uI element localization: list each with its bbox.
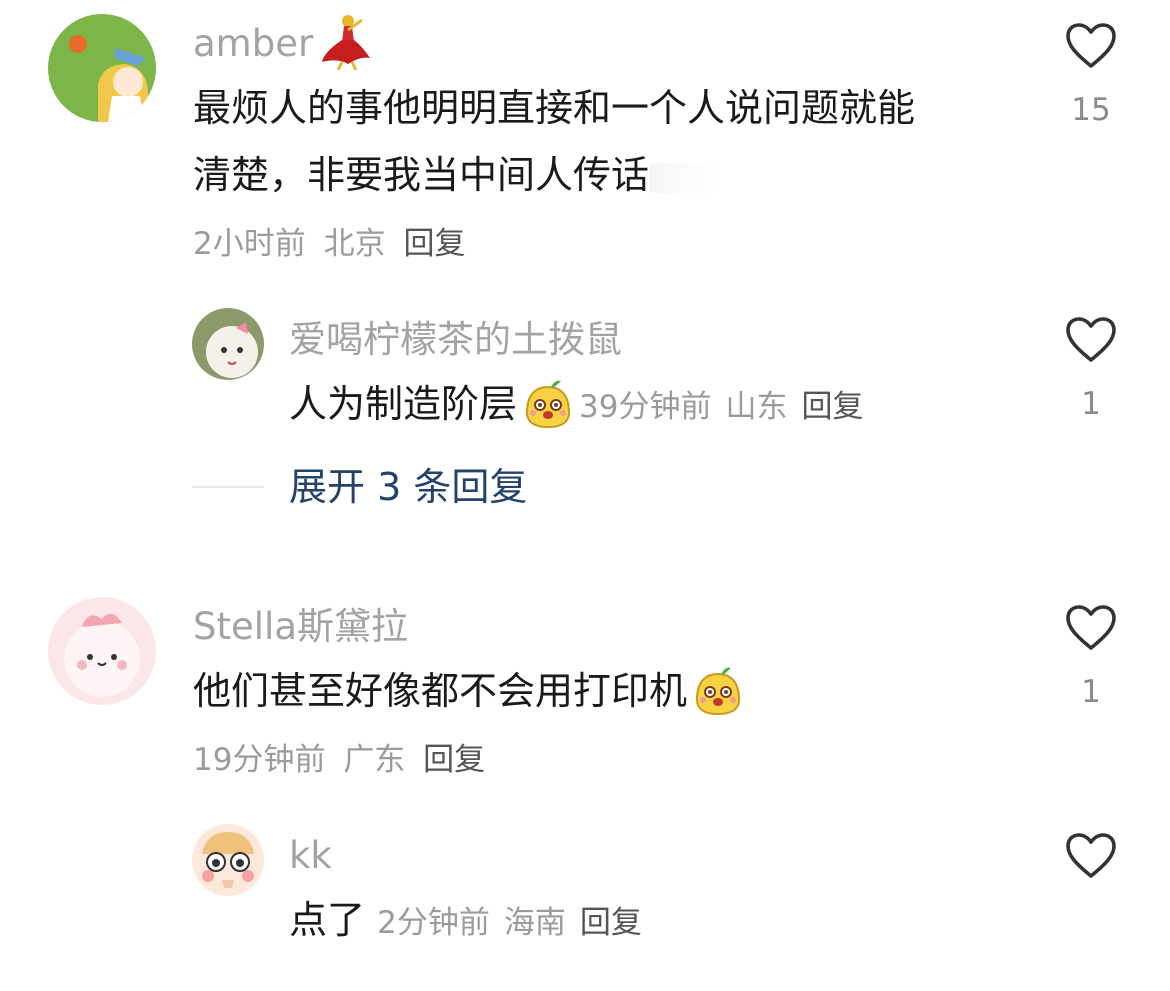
reply-button[interactable]: 回复: [403, 226, 465, 262]
comment-text-line-1: 最烦人的事他明明直接和一个人说问题就能: [193, 86, 916, 130]
smiling-bean-emoji-icon: [691, 664, 745, 718]
smiling-bean-emoji-icon: [521, 377, 575, 431]
comment-list: amber 最烦人的事他明明直接和一个人说问题就能 清楚，非要我当中间人传话 2…: [0, 0, 1170, 991]
comment-username[interactable]: amber: [193, 22, 313, 66]
reply-button[interactable]: 回复: [801, 389, 863, 425]
reply-location: 山东: [725, 388, 788, 425]
reply-text: 人为制造阶层 39分钟前 山东 回复: [289, 372, 877, 439]
comment-meta: 19分钟前 广东 回复: [193, 740, 485, 780]
like-count: 1: [1081, 386, 1101, 422]
reply-text: 点了 2分钟前 海南 回复: [289, 888, 656, 955]
comment-location: 广东: [343, 742, 406, 778]
expand-divider: [192, 486, 264, 488]
reply-username[interactable]: 爱喝柠檬茶的土拨鼠: [289, 318, 622, 362]
comment-time: 19分钟前: [193, 742, 326, 778]
flamenco-dancer-emoji-icon: [318, 12, 372, 70]
comment-text-line-2: 清楚，非要我当中间人传话: [193, 143, 720, 207]
user-avatar-lemon-tea[interactable]: [192, 308, 264, 380]
comment-text-content: 他们甚至好像都不会用打印机: [193, 669, 688, 713]
reply-button[interactable]: 回复: [423, 742, 485, 778]
user-avatar-kk[interactable]: [192, 824, 264, 896]
like-heart-icon[interactable]: [1065, 316, 1117, 364]
comment-text-line-2-content: 清楚，非要我当中间人传话: [193, 153, 650, 197]
reply-username[interactable]: kk: [289, 834, 332, 878]
reply-text-content: 人为制造阶层: [289, 382, 518, 426]
comment-time: 2小时前: [193, 226, 306, 262]
expand-replies-link[interactable]: 展开 3 条回复: [289, 464, 527, 510]
like-heart-icon[interactable]: [1065, 832, 1117, 880]
like-heart-icon[interactable]: [1065, 604, 1117, 652]
reply-button[interactable]: 回复: [580, 905, 642, 941]
reply-location: 海南: [503, 904, 566, 941]
reply-time: 39分钟前: [579, 388, 712, 425]
like-count: 15: [1071, 92, 1111, 128]
like-count: 1: [1081, 674, 1101, 710]
comment-text: 他们甚至好像都不会用打印机: [193, 659, 749, 724]
user-avatar-amber[interactable]: [48, 14, 156, 122]
reply-meta: 2分钟前 海南 回复: [377, 905, 656, 941]
faded-placeholder: [649, 162, 720, 193]
comment-username[interactable]: Stella斯黛拉: [193, 605, 408, 649]
reply-text-content: 点了: [289, 898, 366, 942]
like-heart-icon[interactable]: [1065, 22, 1117, 70]
reply-time: 2分钟前: [377, 904, 490, 941]
comment-meta: 2小时前 北京 回复: [193, 224, 465, 264]
user-avatar-stella[interactable]: [48, 597, 156, 705]
comment-location: 北京: [323, 226, 386, 262]
reply-meta: 39分钟前 山东 回复: [579, 389, 877, 425]
